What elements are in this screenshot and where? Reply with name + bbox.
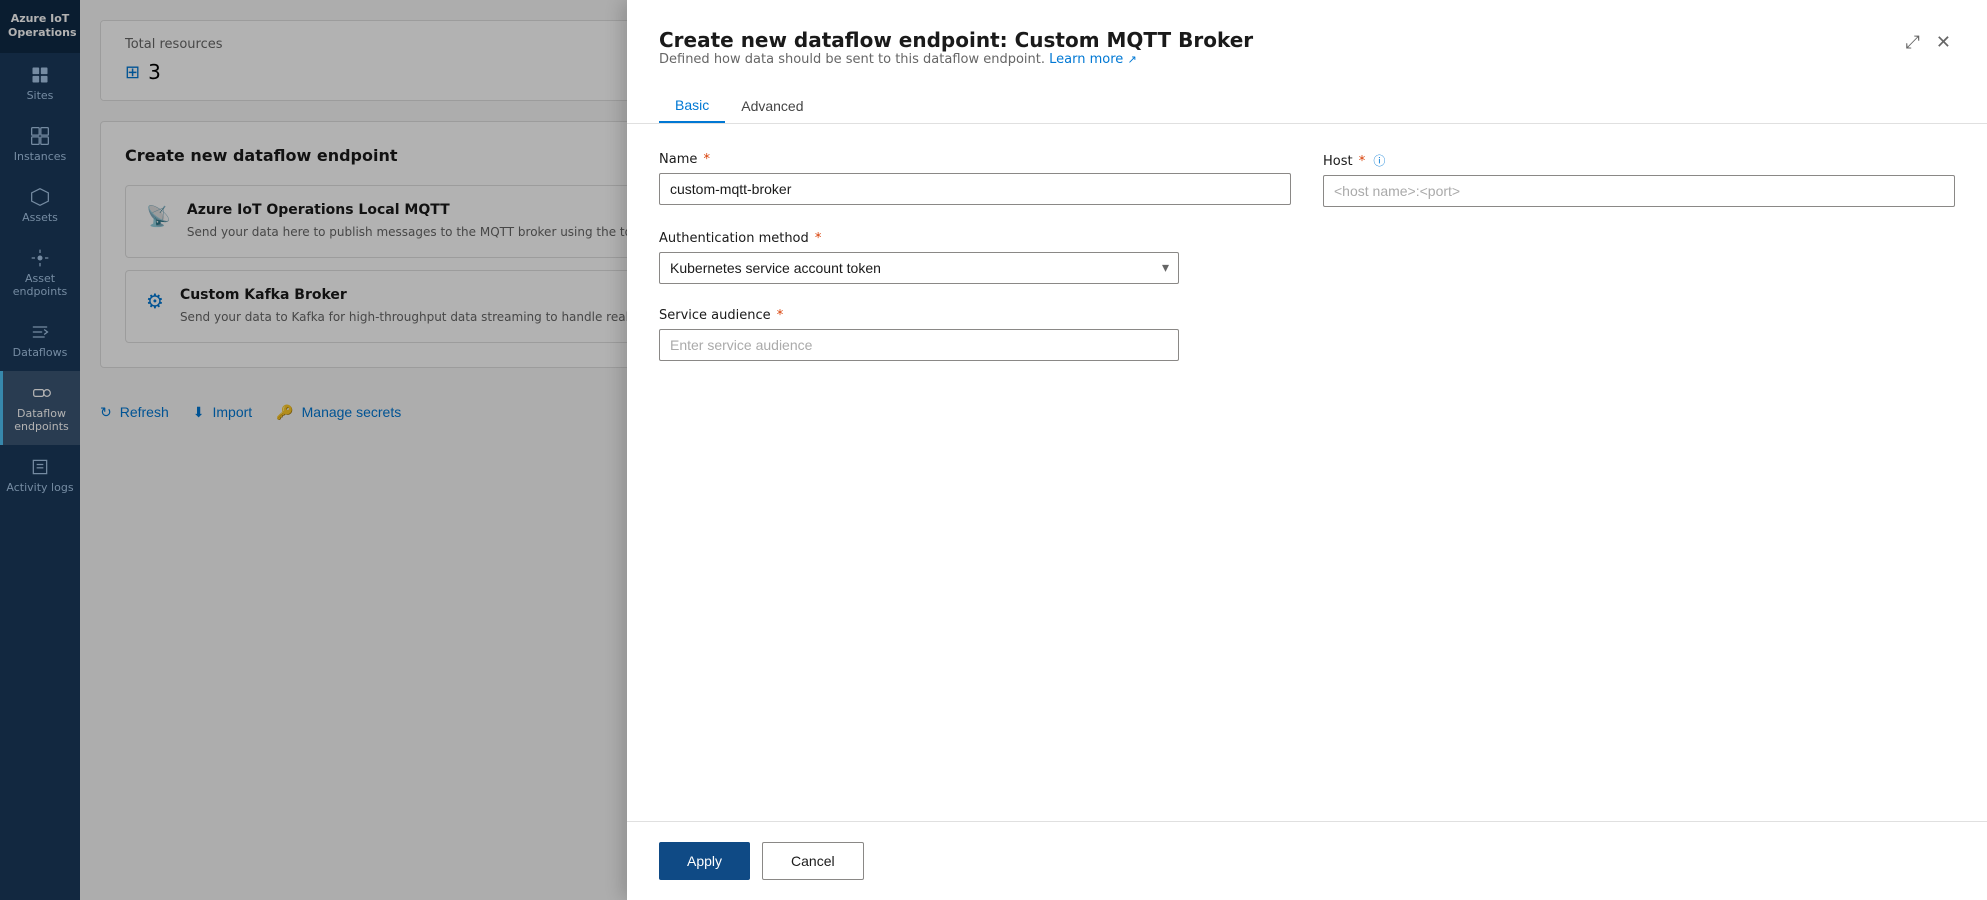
host-input[interactable] <box>1323 175 1955 207</box>
form-row-auth: Authentication method * Kubernetes servi… <box>659 231 1179 284</box>
form-group-auth: Authentication method * Kubernetes servi… <box>659 231 1179 284</box>
panel-footer: Apply Cancel <box>627 821 1987 900</box>
apply-button[interactable]: Apply <box>659 842 750 880</box>
auth-method-select[interactable]: Kubernetes service account token Usernam… <box>659 252 1179 284</box>
panel-body: Name * Host * ⓘ Authentication method * <box>627 124 1987 821</box>
tab-basic[interactable]: Basic <box>659 89 725 123</box>
panel-title: Create new dataflow endpoint: Custom MQT… <box>659 28 1253 83</box>
service-audience-required-marker: * <box>773 308 784 323</box>
auth-required-marker: * <box>811 231 822 246</box>
form-row-service-audience: Service audience * <box>659 308 1179 361</box>
panel-title-row: Create new dataflow endpoint: Custom MQT… <box>659 28 1955 83</box>
name-label: Name * <box>659 152 1291 167</box>
expand-button[interactable]: ⤢ <box>1902 28 1924 57</box>
close-button[interactable]: ✕ <box>1932 28 1955 57</box>
auth-method-label: Authentication method * <box>659 231 1179 246</box>
form-group-service-audience: Service audience * <box>659 308 1179 361</box>
form-group-name: Name * <box>659 152 1291 207</box>
host-label: Host * ⓘ <box>1323 152 1955 169</box>
form-group-host: Host * ⓘ <box>1323 152 1955 207</box>
panel: Create new dataflow endpoint: Custom MQT… <box>627 0 1987 900</box>
learn-more-link[interactable]: Learn more <box>1049 52 1123 67</box>
close-icon: ✕ <box>1936 32 1951 52</box>
host-info-icon: ⓘ <box>1373 154 1385 168</box>
service-audience-label: Service audience * <box>659 308 1179 323</box>
host-required-marker: * <box>1355 154 1366 169</box>
auth-method-wrapper: Kubernetes service account token Usernam… <box>659 252 1179 284</box>
panel-tabs: Basic Advanced <box>659 89 1955 123</box>
expand-icon: ⤢ <box>1906 32 1920 52</box>
panel-subtitle: Defined how data should be sent to this … <box>659 52 1253 67</box>
form-row-name-host: Name * Host * ⓘ <box>659 152 1955 207</box>
name-input[interactable] <box>659 173 1291 205</box>
external-link-icon: ↗ <box>1127 53 1136 66</box>
name-required-marker: * <box>699 152 710 167</box>
panel-header: Create new dataflow endpoint: Custom MQT… <box>627 0 1987 124</box>
cancel-button[interactable]: Cancel <box>762 842 864 880</box>
service-audience-input[interactable] <box>659 329 1179 361</box>
panel-header-actions: ⤢ ✕ <box>1902 28 1956 57</box>
tab-advanced[interactable]: Advanced <box>725 89 819 123</box>
